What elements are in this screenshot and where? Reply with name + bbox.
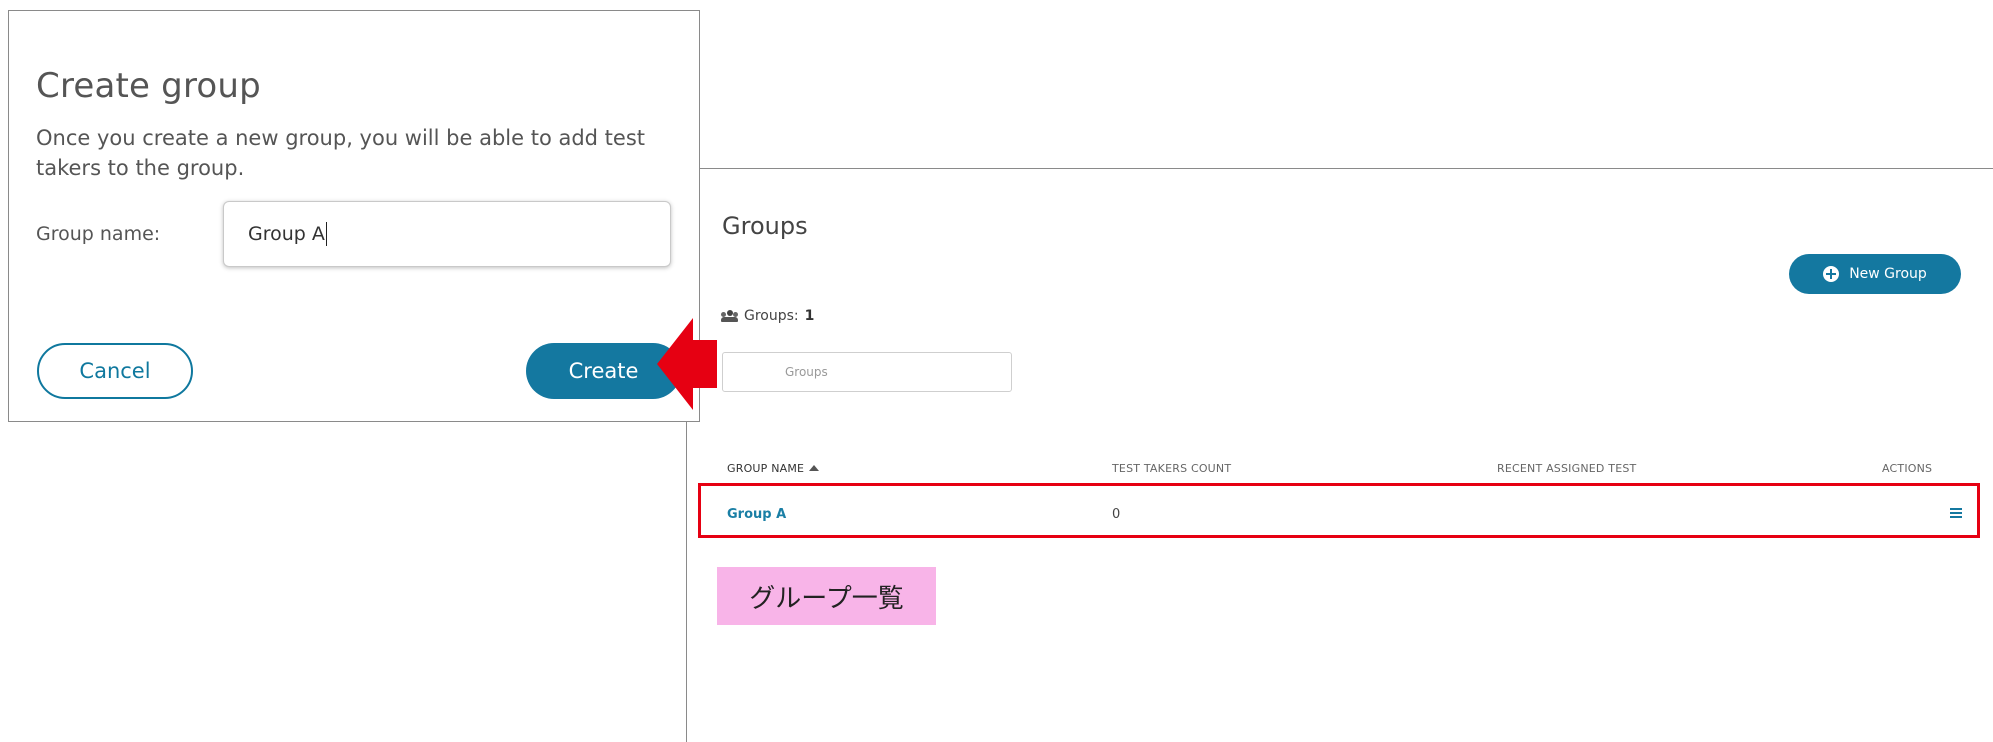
column-header-group-name[interactable]: GROUP NAME: [727, 462, 820, 475]
groups-count: Groups: 1: [721, 308, 814, 324]
new-group-button[interactable]: New Group: [1789, 254, 1961, 294]
plus-circle-icon: [1823, 266, 1840, 282]
red-arrow-icon: [657, 318, 717, 410]
column-header-recent-assigned-test: RECENT ASSIGNED TEST: [1497, 462, 1637, 475]
panel-border-top: [700, 168, 1993, 169]
row-highlight-annotation: [698, 483, 1980, 538]
dialog-title: Create group: [36, 66, 261, 106]
annotation-label: グループ一覧: [717, 567, 936, 625]
group-name-label: Group name:: [36, 223, 161, 245]
groups-count-value: 1: [804, 308, 815, 324]
dialog-description: Once you create a new group, you will be…: [36, 126, 645, 180]
page-title: Groups: [722, 212, 808, 240]
text-caret: [325, 222, 327, 246]
groups-count-label: Groups:: [744, 308, 799, 324]
new-group-label: New Group: [1849, 266, 1927, 282]
search-groups-input[interactable]: Groups: [722, 352, 1012, 392]
search-placeholder: Groups: [785, 365, 828, 379]
group-name-value: Group A: [248, 223, 325, 245]
create-group-dialog: Create group Once you create a new group…: [8, 10, 700, 422]
column-header-actions: ACTIONS: [1882, 462, 1933, 475]
group-name-input[interactable]: Group A: [223, 201, 671, 267]
panel-border-left: [686, 422, 687, 742]
cancel-button[interactable]: Cancel: [37, 343, 193, 399]
users-icon: [721, 310, 738, 322]
sort-asc-icon: [809, 465, 820, 471]
column-header-test-takers-count: TEST TAKERS COUNT: [1112, 462, 1232, 475]
